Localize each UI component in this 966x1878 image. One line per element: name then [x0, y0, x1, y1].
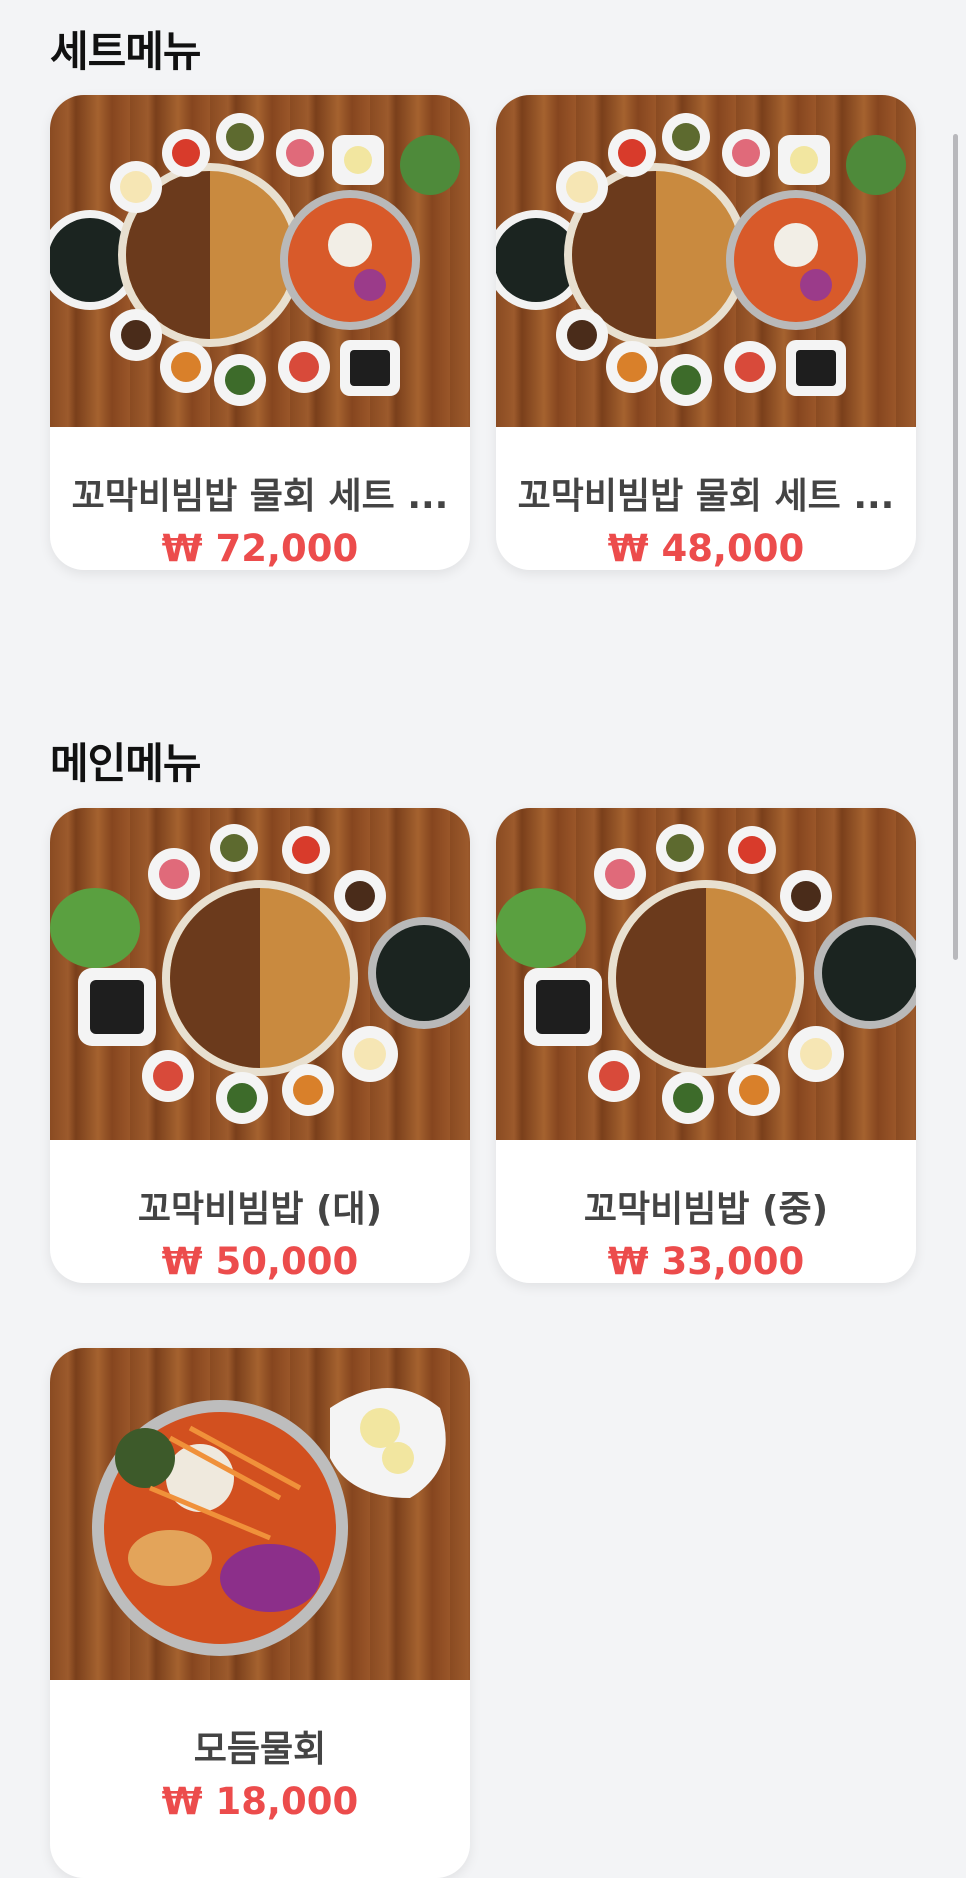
- mulhoe-bowl-photo: [50, 1348, 470, 1680]
- menu-item-name: 꼬막비빔밥 물회 세트 ...: [71, 476, 449, 517]
- menu-item-price: ₩ 72,000: [161, 527, 359, 570]
- food-photo-icon: [496, 113, 906, 406]
- menu-item-price: ₩ 50,000: [161, 1240, 359, 1283]
- food-photo-icon: [50, 824, 470, 1124]
- menu-item-name: 꼬막비빔밥 (중): [583, 1189, 829, 1230]
- menu-item-name: 꼬막비빔밥 (대): [137, 1189, 383, 1230]
- menu-card-set-1[interactable]: 꼬막비빔밥 물회 세트 ... ₩ 72,000: [50, 95, 470, 570]
- food-photo-icon: [496, 824, 916, 1124]
- scrollbar[interactable]: [953, 134, 958, 960]
- menu-card-main-1[interactable]: 꼬막비빔밥 (대) ₩ 50,000: [50, 808, 470, 1283]
- section-title-main-menu: 메인메뉴: [50, 739, 202, 788]
- menu-card-main-2[interactable]: 꼬막비빔밥 (중) ₩ 33,000: [496, 808, 916, 1283]
- bibimbap-set-photo: [50, 95, 470, 427]
- food-photo-icon: [92, 1388, 446, 1656]
- bibimbap-platter-photo: [50, 808, 470, 1140]
- menu-item-name: 꼬막비빔밥 물회 세트 ...: [517, 476, 895, 517]
- menu-card-set-2[interactable]: 꼬막비빔밥 물회 세트 ... ₩ 48,000: [496, 95, 916, 570]
- menu-item-name: 모듬물회: [193, 1729, 327, 1770]
- menu-item-price: ₩ 33,000: [607, 1240, 805, 1283]
- menu-item-price: ₩ 18,000: [161, 1780, 359, 1823]
- section-title-set-menu: 세트메뉴: [50, 27, 202, 76]
- bibimbap-set-photo: [496, 95, 916, 427]
- food-photo-icon: [50, 113, 460, 406]
- bibimbap-platter-photo: [496, 808, 916, 1140]
- menu-item-price: ₩ 48,000: [607, 527, 805, 570]
- menu-card-main-3[interactable]: 모듬물회 ₩ 18,000: [50, 1348, 470, 1878]
